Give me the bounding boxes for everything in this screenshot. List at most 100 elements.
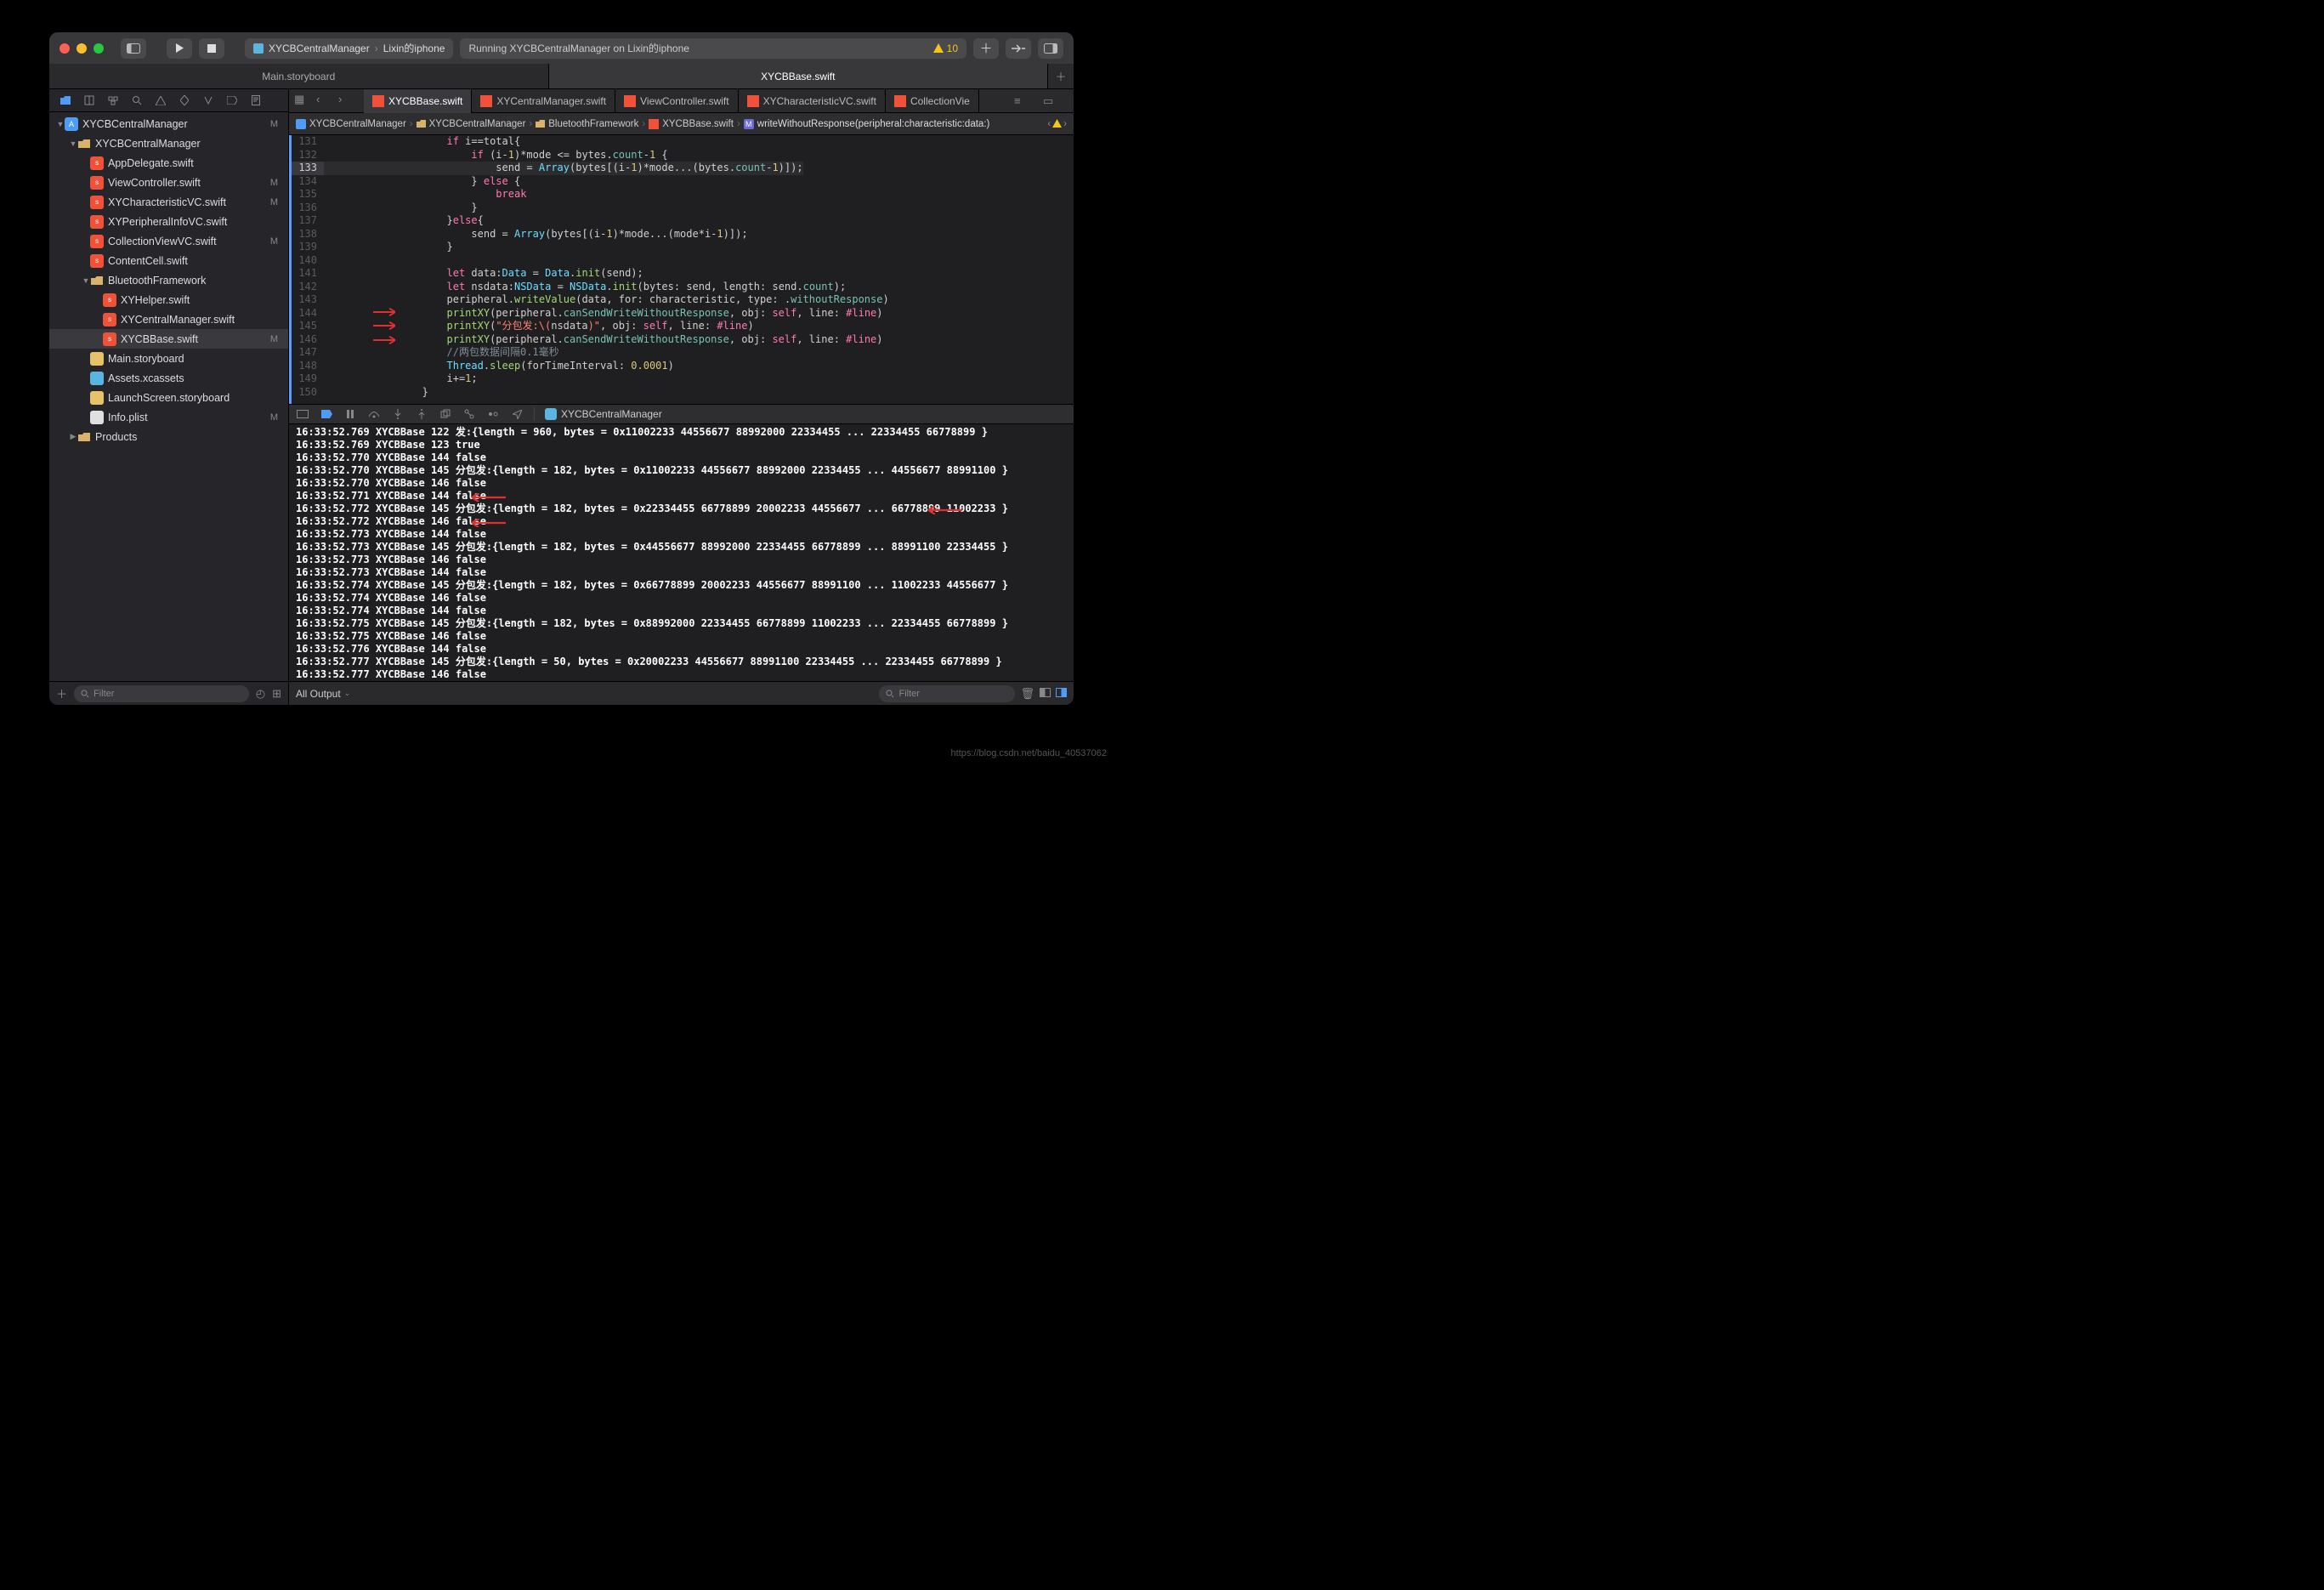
tree-row[interactable]: sCollectionViewVC.swiftM bbox=[49, 231, 288, 251]
code-line[interactable]: 140 bbox=[292, 254, 1074, 268]
tab-xycbbase[interactable]: XYCBBase.swift bbox=[549, 64, 1049, 88]
issue-navigator-icon[interactable] bbox=[153, 94, 167, 108]
tree-row[interactable]: sXYHelper.swift bbox=[49, 290, 288, 309]
breakpoint-navigator-icon[interactable] bbox=[224, 94, 239, 108]
tree-row[interactable]: sXYPeripheralInfoVC.swift bbox=[49, 212, 288, 231]
minimize-window-button[interactable] bbox=[77, 43, 87, 54]
editor-tab[interactable]: CollectionVie bbox=[886, 89, 979, 113]
navigator-filter-input[interactable]: Filter bbox=[74, 685, 249, 702]
pause-button[interactable] bbox=[343, 407, 357, 421]
debug-memory-graph-button[interactable] bbox=[462, 407, 476, 421]
console-filter-input[interactable]: Filter bbox=[879, 685, 1015, 702]
code-line[interactable]: 139 } bbox=[292, 241, 1074, 254]
console-output[interactable]: 16:33:52.769 XYCBBase 122 发:{length = 96… bbox=[289, 424, 1074, 681]
disclosure-triangle-icon[interactable]: ▼ bbox=[56, 120, 65, 128]
toggle-right-sidebar-button[interactable] bbox=[1038, 38, 1063, 59]
editor-tab[interactable]: XYCharacteristicVC.swift bbox=[739, 89, 886, 113]
tree-row[interactable]: LaunchScreen.storyboard bbox=[49, 388, 288, 407]
editor-tab[interactable]: XYCBBase.swift bbox=[364, 89, 472, 113]
project-tree[interactable]: ▼AXYCBCentralManagerM▼XYCBCentralManager… bbox=[49, 112, 288, 681]
tree-row[interactable]: sXYCentralManager.swift bbox=[49, 309, 288, 329]
tree-row[interactable]: sXYCBBase.swiftM bbox=[49, 329, 288, 349]
code-line[interactable]: 147 //两包数据间隔0.1毫秒 bbox=[292, 346, 1074, 360]
disclosure-triangle-icon[interactable]: ▶ bbox=[69, 432, 77, 441]
environment-overrides-button[interactable] bbox=[486, 407, 500, 421]
tree-row[interactable]: ▶Products bbox=[49, 427, 288, 446]
code-line[interactable]: 134 } else { bbox=[292, 175, 1074, 189]
code-line[interactable]: 137 }else{ bbox=[292, 214, 1074, 228]
jump-seg-3[interactable]: XYCBBase.swift bbox=[662, 119, 734, 129]
source-control-navigator-icon[interactable] bbox=[82, 94, 96, 108]
code-line[interactable]: 135 break bbox=[292, 188, 1074, 202]
report-navigator-icon[interactable] bbox=[248, 94, 263, 108]
recent-filter-icon[interactable]: ◴ bbox=[256, 687, 265, 701]
run-button[interactable] bbox=[167, 38, 192, 59]
jump-seg-2[interactable]: BluetoothFramework bbox=[548, 119, 638, 129]
code-line[interactable]: 145 printXY("分包发:\(nsdata)", obj: self, … bbox=[292, 320, 1074, 333]
tree-row[interactable]: ▼AXYCBCentralManagerM bbox=[49, 114, 288, 133]
related-items-button[interactable]: ▦ bbox=[294, 93, 315, 110]
toggle-variables-view-button[interactable] bbox=[1040, 687, 1051, 700]
tree-row[interactable]: sViewController.swiftM bbox=[49, 173, 288, 192]
code-line[interactable]: 148 Thread.sleep(forTimeInterval: 0.0001… bbox=[292, 360, 1074, 373]
next-issue-button[interactable]: › bbox=[1063, 119, 1067, 129]
add-button[interactable]: ＋ bbox=[973, 38, 999, 59]
close-window-button[interactable] bbox=[60, 43, 70, 54]
scheme-selector[interactable]: XYCBCentralManager › Lixin的iphone bbox=[245, 38, 453, 59]
jump-seg-1[interactable]: XYCBCentralManager bbox=[429, 119, 526, 129]
debug-view-hierarchy-button[interactable] bbox=[439, 407, 452, 421]
code-line[interactable]: 131 if i==total{ bbox=[292, 135, 1074, 149]
tree-row[interactable]: ▼XYCBCentralManager bbox=[49, 133, 288, 153]
code-line[interactable]: 136 } bbox=[292, 202, 1074, 215]
clear-console-button[interactable]: 🗑 bbox=[1020, 687, 1034, 701]
code-line[interactable]: 143 peripheral.writeValue(data, for: cha… bbox=[292, 293, 1074, 307]
code-line[interactable]: 149 i+=1; bbox=[292, 372, 1074, 386]
code-line[interactable]: 144 printXY(peripheral.canSendWriteWitho… bbox=[292, 307, 1074, 321]
tree-row[interactable]: Main.storyboard bbox=[49, 349, 288, 368]
source-editor[interactable]: 131 if i==total{132 if (i-1)*mode <= byt… bbox=[289, 135, 1074, 404]
step-into-button[interactable] bbox=[391, 407, 405, 421]
editor-options-button[interactable]: ≡ bbox=[1014, 94, 1040, 108]
find-navigator-icon[interactable] bbox=[129, 94, 144, 108]
tree-row[interactable]: Info.plistM bbox=[49, 407, 288, 427]
tab-main-storyboard[interactable]: Main.storyboard bbox=[49, 64, 549, 88]
code-line[interactable]: 142 let nsdata:NSData = NSData.init(byte… bbox=[292, 281, 1074, 294]
hide-debug-area-button[interactable] bbox=[296, 407, 309, 421]
code-line[interactable]: 150 } bbox=[292, 386, 1074, 400]
disclosure-triangle-icon[interactable]: ▼ bbox=[82, 276, 90, 285]
tree-row[interactable]: sAppDelegate.swift bbox=[49, 153, 288, 173]
tree-row[interactable]: ▼BluetoothFramework bbox=[49, 270, 288, 290]
toggle-console-view-button[interactable] bbox=[1056, 687, 1067, 700]
new-tab-button[interactable]: ＋ bbox=[1048, 64, 1074, 88]
jump-bar[interactable]: XYCBCentralManager › XYCBCentralManager … bbox=[289, 113, 1074, 135]
back-button[interactable]: ‹ bbox=[316, 93, 337, 110]
prev-issue-button[interactable]: ‹ bbox=[1047, 119, 1051, 129]
output-mode-selector[interactable]: All Output ⌄ bbox=[296, 688, 350, 700]
editor-tab[interactable]: XYCentralManager.swift bbox=[472, 89, 615, 113]
symbol-navigator-icon[interactable] bbox=[105, 94, 120, 108]
code-line[interactable]: 146 printXY(peripheral.canSendWriteWitho… bbox=[292, 333, 1074, 347]
disclosure-triangle-icon[interactable]: ▼ bbox=[69, 139, 77, 148]
tree-row[interactable]: sXYCharacteristicVC.swiftM bbox=[49, 192, 288, 212]
tree-row[interactable]: sContentCell.swift bbox=[49, 251, 288, 270]
code-line[interactable]: 141 let data:Data = Data.init(send); bbox=[292, 267, 1074, 281]
jump-seg-4[interactable]: writeWithoutResponse(peripheral:characte… bbox=[757, 119, 990, 129]
project-navigator-icon[interactable] bbox=[58, 94, 72, 108]
debug-navigator-icon[interactable] bbox=[201, 94, 215, 108]
code-review-button[interactable] bbox=[1006, 38, 1031, 59]
scm-filter-icon[interactable]: ⊞ bbox=[272, 687, 281, 701]
warning-indicator[interactable]: 10 bbox=[933, 43, 958, 54]
toggle-left-sidebar-button[interactable] bbox=[121, 38, 146, 59]
step-over-button[interactable] bbox=[367, 407, 381, 421]
process-selector[interactable]: XYCBCentralManager bbox=[545, 408, 662, 420]
forward-button[interactable]: › bbox=[338, 93, 359, 110]
code-line[interactable]: 138 send = Array(bytes[(i-1)*mode...(mod… bbox=[292, 228, 1074, 241]
step-out-button[interactable] bbox=[415, 407, 428, 421]
breakpoints-toggle-button[interactable] bbox=[320, 407, 333, 421]
stop-button[interactable] bbox=[199, 38, 224, 59]
add-file-button[interactable]: ＋ bbox=[56, 685, 67, 701]
code-line[interactable]: 132 if (i-1)*mode <= bytes.count-1 { bbox=[292, 149, 1074, 162]
tree-row[interactable]: Assets.xcassets bbox=[49, 368, 288, 388]
adjust-editor-button[interactable]: ▭ bbox=[1043, 94, 1068, 108]
code-line[interactable]: 133 send = Array(bytes[(i-1)*mode...(byt… bbox=[292, 162, 1074, 175]
